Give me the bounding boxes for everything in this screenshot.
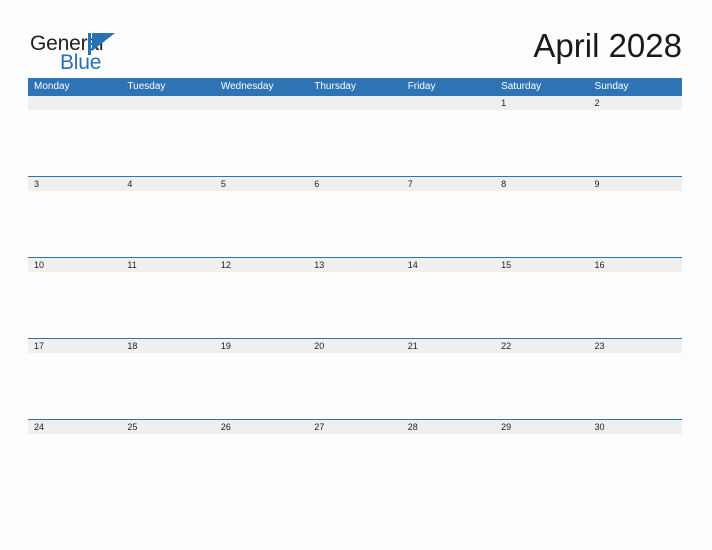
day-cell-number[interactable]: 4: [121, 177, 214, 191]
day-cell-number[interactable]: 21: [402, 339, 495, 353]
calendar-week-event-area[interactable]: [28, 191, 682, 257]
day-cell-number[interactable]: 11: [121, 258, 214, 272]
page-title: April 2028: [533, 27, 682, 64]
day-cell-number[interactable]: 1: [495, 96, 588, 110]
day-cell-number[interactable]: 7: [402, 177, 495, 191]
day-cell-number[interactable]: 28: [402, 420, 495, 434]
weekday-header-thursday: Thursday: [314, 81, 356, 92]
calendar-date-band: 24 25 26 27 28 29 30: [28, 419, 682, 434]
day-cell-number[interactable]: 20: [308, 339, 401, 353]
calendar-week-event-area[interactable]: [28, 434, 682, 500]
weekday-header-tuesday: Tuesday: [127, 81, 166, 92]
day-cell-number[interactable]: 9: [589, 177, 682, 191]
day-cell-number[interactable]: 17: [28, 339, 121, 353]
calendar-date-band: 3 4 5 6 7 8 9: [28, 176, 682, 191]
day-cell-number[interactable]: 16: [589, 258, 682, 272]
day-cell-number[interactable]: 2: [589, 96, 682, 110]
calendar-grid: Monday Tuesday Wednesday Thursday Friday…: [28, 78, 682, 500]
day-cell-number[interactable]: 19: [215, 339, 308, 353]
calendar-week-event-area[interactable]: [28, 272, 682, 338]
calendar-week-row: 1 2: [28, 95, 682, 176]
calendar-week-row: 24 25 26 27 28 29 30: [28, 419, 682, 500]
brand-logo[interactable]: General Blue: [30, 33, 140, 74]
day-cell-number[interactable]: [28, 96, 121, 110]
calendar-week-row: 3 4 5 6 7 8 9: [28, 176, 682, 257]
day-cell-number[interactable]: 18: [121, 339, 214, 353]
day-cell-number[interactable]: [308, 96, 401, 110]
day-cell-number[interactable]: [402, 96, 495, 110]
page-header: General Blue April 2028: [0, 0, 712, 78]
day-cell-number[interactable]: 29: [495, 420, 588, 434]
day-cell-number[interactable]: 27: [308, 420, 401, 434]
logo-text-blue: Blue: [60, 51, 102, 74]
weekday-header-sunday: Sunday: [594, 81, 629, 92]
day-cell-number[interactable]: 30: [589, 420, 682, 434]
weekday-header-monday: Monday: [34, 81, 70, 92]
day-cell-number[interactable]: 25: [121, 420, 214, 434]
calendar-weekday-header-row: Monday Tuesday Wednesday Thursday Friday…: [28, 78, 682, 95]
day-cell-number[interactable]: 12: [215, 258, 308, 272]
day-cell-number[interactable]: 14: [402, 258, 495, 272]
day-cell-number[interactable]: 26: [215, 420, 308, 434]
calendar-week-event-area[interactable]: [28, 110, 682, 176]
calendar-date-band: 17 18 19 20 21 22 23: [28, 338, 682, 353]
day-cell-number[interactable]: [215, 96, 308, 110]
day-cell-number[interactable]: 22: [495, 339, 588, 353]
weekday-header-friday: Friday: [407, 81, 436, 92]
weekday-header-saturday: Saturday: [501, 81, 542, 92]
day-cell-number[interactable]: 6: [308, 177, 401, 191]
day-cell-number[interactable]: 8: [495, 177, 588, 191]
day-cell-number[interactable]: 24: [28, 420, 121, 434]
day-cell-number[interactable]: 3: [28, 177, 121, 191]
calendar-week-event-area[interactable]: [28, 353, 682, 419]
day-cell-number[interactable]: [121, 96, 214, 110]
calendar-date-band: 10 11 12 13 14 15 16: [28, 257, 682, 272]
calendar-date-band: 1 2: [28, 95, 682, 110]
weekday-header-wednesday: Wednesday: [220, 81, 274, 92]
day-cell-number[interactable]: 10: [28, 258, 121, 272]
calendar-week-row: 10 11 12 13 14 15 16: [28, 257, 682, 338]
day-cell-number[interactable]: 5: [215, 177, 308, 191]
day-cell-number[interactable]: 15: [495, 258, 588, 272]
day-cell-number[interactable]: 23: [589, 339, 682, 353]
calendar-week-row: 17 18 19 20 21 22 23: [28, 338, 682, 419]
day-cell-number[interactable]: 13: [308, 258, 401, 272]
